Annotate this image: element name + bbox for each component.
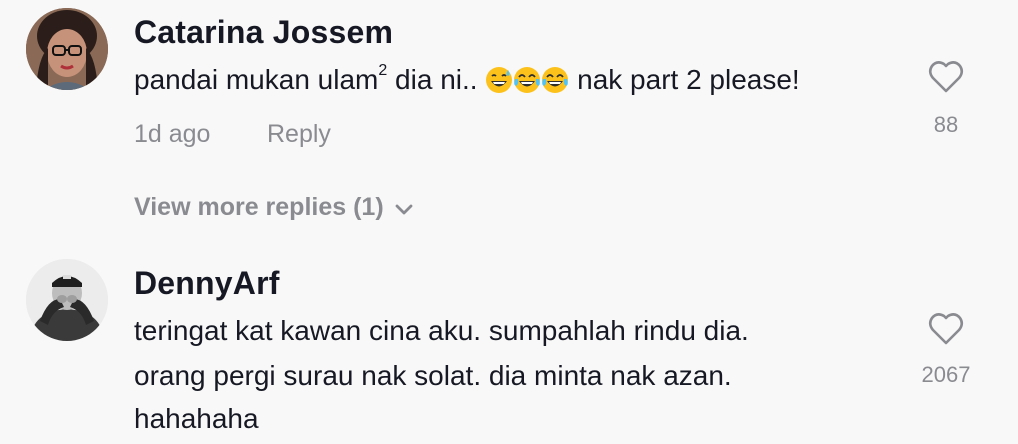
avatar[interactable] <box>26 8 108 90</box>
comment-item: DennyArf teringat kat kawan cina aku. su… <box>0 240 1018 444</box>
comment-timestamp: 1d ago <box>134 120 211 148</box>
comment-text: pandai mukan ulam2 dia ni.. nak part 2 p… <box>134 58 800 102</box>
like-count: 2067 <box>921 362 971 387</box>
comment-text-line: teringat kat kawan cina aku. sumpahlah r… <box>134 315 749 346</box>
comment-item: Catarina Jossem pandai mukan ulam2 dia n… <box>0 0 1018 240</box>
superscript: 2 <box>378 62 388 79</box>
tears-of-joy-emoji <box>513 63 541 93</box>
like-count: 88 <box>933 112 959 137</box>
chevron-down-icon <box>395 204 413 215</box>
view-more-replies-button[interactable]: View more replies (1) <box>134 193 414 222</box>
view-more-replies-label: View more replies (1) <box>134 193 384 221</box>
tears-of-joy-emoji <box>541 63 569 93</box>
comment-text-line: hahahaha <box>134 403 259 434</box>
reply-button[interactable]: Reply <box>267 120 331 149</box>
heart-icon[interactable] <box>928 60 964 94</box>
grinning-sweat-emoji <box>485 63 513 93</box>
comment-text-part: nak part 2 please! <box>569 64 800 95</box>
comment-text-part: pandai mukan ulam <box>134 64 379 95</box>
comment-text-line: orang pergi surau nak solat. dia minta n… <box>134 360 732 391</box>
heart-icon[interactable] <box>928 312 964 346</box>
comment-username[interactable]: Catarina Jossem <box>134 14 393 51</box>
comment-text-part: dia ni.. <box>387 64 486 95</box>
avatar[interactable] <box>26 259 108 341</box>
comment-username[interactable]: DennyArf <box>134 265 280 302</box>
